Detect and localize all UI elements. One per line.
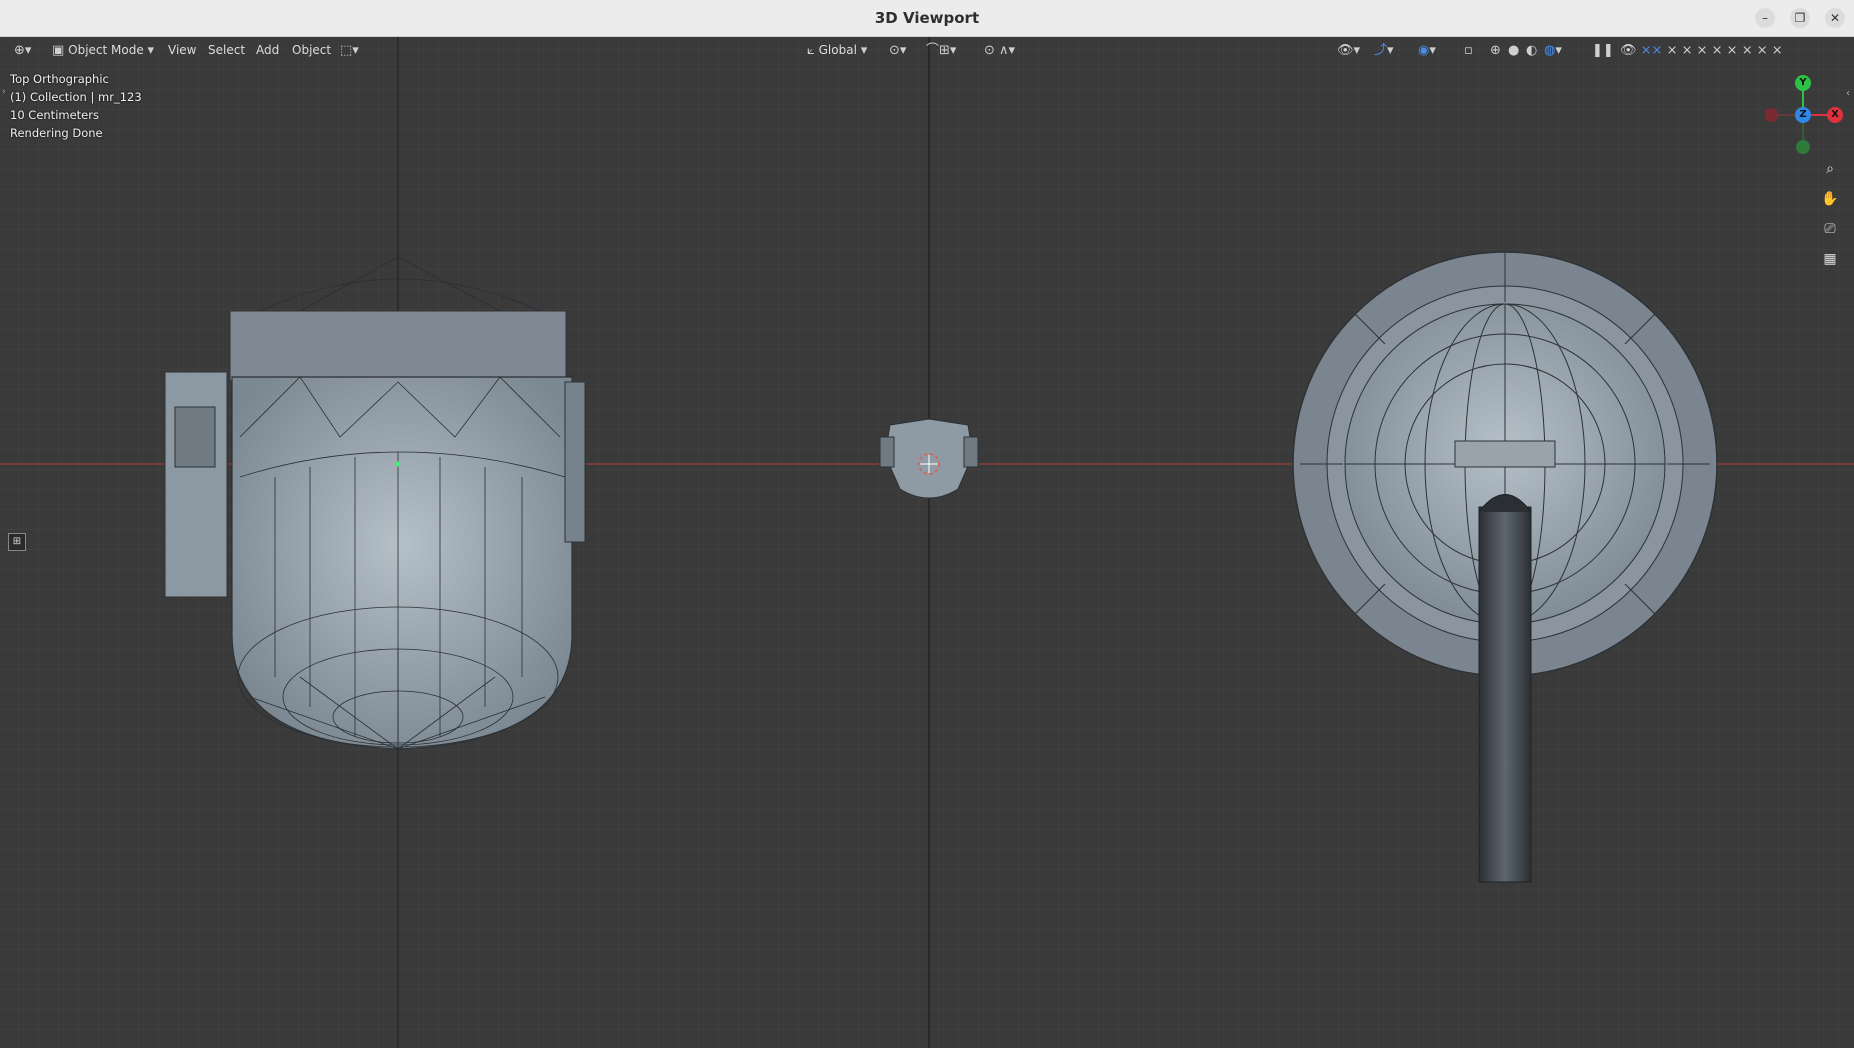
shading-solid-icon[interactable]: ● bbox=[1504, 40, 1523, 60]
minimize-icon[interactable]: – bbox=[1755, 8, 1775, 28]
object-mode-icon: ▣ bbox=[52, 43, 65, 58]
transform-axes-icon: ⟀ bbox=[807, 43, 815, 58]
menu-add[interactable]: Add bbox=[252, 40, 283, 60]
chevron-down-icon: ▾ bbox=[147, 43, 155, 58]
mode-selector[interactable]: ▣ Object Mode ▾ bbox=[48, 40, 158, 60]
gizmo-y-axis[interactable]: Y bbox=[1795, 75, 1811, 91]
overlays-toggle-icon[interactable]: ◉▾ bbox=[1414, 40, 1440, 60]
render-status-label: Rendering Done bbox=[10, 126, 103, 140]
pause-render-icon[interactable]: ❚❚ bbox=[1588, 40, 1618, 60]
shading-material-icon[interactable]: ◐ bbox=[1522, 40, 1541, 60]
view-name-label: Top Orthographic bbox=[10, 72, 109, 86]
xray-toggle-icon[interactable]: ▫ bbox=[1460, 40, 1477, 60]
gizmo-x-axis[interactable]: X bbox=[1827, 107, 1843, 123]
window-title: 3D Viewport bbox=[874, 9, 980, 27]
orientation-label: Global bbox=[818, 43, 857, 57]
grid-toggle-icon[interactable]: ▦ bbox=[1819, 248, 1841, 270]
mode-label: Object Mode bbox=[68, 43, 144, 57]
proportional-edit-icon[interactable]: ⊙ ∧▾ bbox=[980, 40, 1019, 60]
close-icon[interactable]: ✕ bbox=[1825, 8, 1845, 28]
restore-icon[interactable]: ❐ bbox=[1790, 8, 1810, 28]
pan-hand-icon[interactable]: ✋ bbox=[1819, 188, 1841, 210]
shading-wireframe-icon[interactable]: ⊕ bbox=[1486, 40, 1505, 60]
snap-icon[interactable]: ⌒⊞▾ bbox=[922, 40, 960, 60]
3d-viewport-canvas[interactable] bbox=[0, 37, 1854, 1048]
hide-in-viewport-icons[interactable]: 👁 ⨯⨯ ⨯ ⨯ ⨯ ⨯ ⨯ ⨯ ⨯ ⨯ bbox=[1616, 40, 1787, 60]
menu-object[interactable]: Object bbox=[288, 40, 335, 60]
navigation-gizmo[interactable]: Y X Z bbox=[1765, 75, 1845, 155]
gizmo-z-axis[interactable]: Z bbox=[1795, 107, 1811, 123]
grid-scale-label: 10 Centimeters bbox=[10, 108, 99, 122]
chevron-down-icon: ▾ bbox=[860, 43, 868, 58]
sidebar-toggle-icon[interactable]: ‹ bbox=[1846, 88, 1850, 99]
visibility-icon[interactable]: 👁▾ bbox=[1333, 40, 1364, 60]
chevron-right-icon[interactable]: › bbox=[2, 87, 6, 97]
menu-select[interactable]: Select bbox=[204, 40, 249, 60]
zoom-icon[interactable]: ⌕ bbox=[1819, 158, 1841, 180]
editor-type-icon[interactable]: ⊕▾ bbox=[10, 40, 35, 60]
pivot-point-icon[interactable]: ⊙▾ bbox=[885, 40, 910, 60]
window-titlebar: 3D Viewport – ❐ ✕ bbox=[0, 0, 1854, 37]
camera-icon[interactable]: ⎚ bbox=[1819, 218, 1841, 240]
viewport-header: ⊕▾ ▣ Object Mode ▾ View Select Add Objec… bbox=[0, 37, 1854, 63]
transform-orientation-dropdown[interactable]: ⟀ Global ▾ bbox=[803, 40, 871, 60]
toolbar-toggle-icon[interactable]: ⊞ bbox=[8, 533, 26, 551]
menu-view[interactable]: View bbox=[164, 40, 200, 60]
select-box-icon[interactable]: ⬚▾ bbox=[336, 40, 363, 60]
gizmo-toggle-icon[interactable]: ⤴▾ bbox=[1370, 40, 1398, 60]
shading-rendered-icon[interactable]: ◍▾ bbox=[1540, 40, 1566, 60]
collection-label: (1) Collection | mr_123 bbox=[10, 90, 142, 104]
